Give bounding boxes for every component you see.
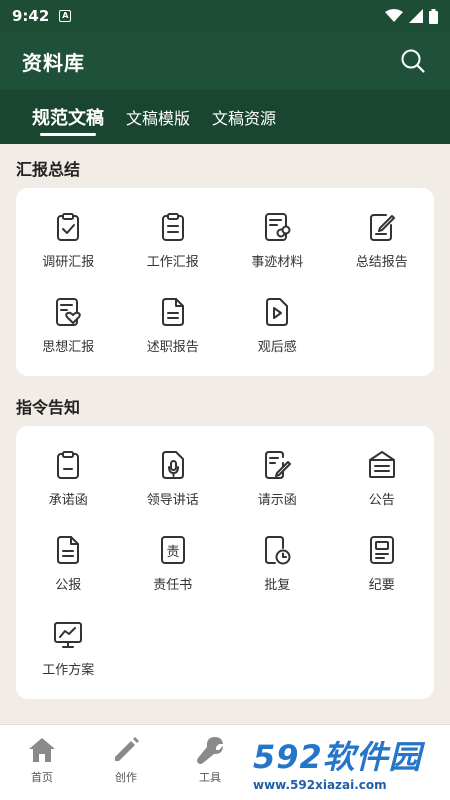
document-lines-icon — [161, 298, 184, 326]
document-clock-icon — [265, 536, 291, 565]
grid-label: 工作方案 — [42, 663, 95, 678]
grid-item-request-letter[interactable]: 请示函 — [225, 436, 330, 521]
nav-label: 创作 — [115, 771, 137, 784]
grid-label: 公告 — [368, 493, 395, 508]
grid-label: 述职报告 — [146, 340, 199, 355]
grid-label: 承诺函 — [48, 493, 88, 508]
grid-label: 公报 — [55, 578, 82, 593]
content-area[interactable]: 汇报总结 调研汇报 工作汇报 事迹材料 总结报告 思想汇报 述职报告 观后感 指… — [0, 144, 450, 724]
nav-label: 工具 — [199, 771, 221, 784]
notification-icon: A — [59, 10, 72, 22]
document-list-icon — [369, 536, 394, 564]
pencil-icon — [115, 737, 139, 761]
grid-label: 责任书 — [153, 578, 193, 593]
grid-label: 思想汇报 — [42, 340, 95, 355]
grid-item-deeds-material[interactable]: 事迹材料 — [225, 198, 330, 283]
card-instructions: 承诺函 领导讲话 请示函 公告 公报 责 责任书 批复 纪要 工作方案 — [16, 426, 434, 699]
grid-item-review[interactable]: 观后感 — [225, 283, 330, 368]
tab-bar: 规范文稿 文稿模版 文稿资源 — [0, 90, 450, 144]
grid-label: 纪要 — [368, 578, 395, 593]
page-title: 资料库 — [22, 50, 85, 75]
search-icon — [401, 49, 425, 73]
clipboard-check-icon — [57, 213, 80, 241]
grid-item-summary-report[interactable]: 总结报告 — [330, 198, 435, 283]
document-pen-icon — [265, 451, 292, 479]
section-title-instructions: 指令告知 — [16, 398, 81, 417]
responsibility-doc-icon: 责 — [160, 536, 185, 564]
card-report-summary: 调研汇报 工作汇报 事迹材料 总结报告 思想汇报 述职报告 观后感 — [16, 188, 434, 376]
clipboard-list-icon — [161, 213, 184, 241]
grid-item-minutes[interactable]: 纪要 — [330, 521, 435, 606]
grid-label: 事迹材料 — [251, 255, 304, 270]
nav-home[interactable]: 首页 — [0, 725, 84, 800]
home-icon — [29, 738, 55, 762]
status-indicators — [385, 8, 438, 24]
document-heart-icon — [56, 298, 82, 326]
tab-standard-docs[interactable]: 规范文稿 — [32, 90, 104, 144]
document-play-icon — [266, 298, 289, 326]
battery-icon — [429, 8, 438, 24]
grid-item-thought-report[interactable]: 思想汇报 — [16, 283, 121, 368]
tab-doc-resources[interactable]: 文稿资源 — [212, 90, 276, 144]
search-button[interactable] — [398, 46, 428, 76]
document-link-icon — [265, 213, 291, 241]
grid-item-reply[interactable]: 批复 — [225, 521, 330, 606]
wrench-icon — [197, 737, 223, 764]
monitor-chart-icon — [54, 622, 83, 648]
responsibility-glyph: 责 — [166, 545, 179, 560]
grid-item-announcement[interactable]: 公告 — [330, 436, 435, 521]
nav-tools[interactable]: 工具 — [168, 725, 252, 800]
document-edit-icon — [369, 214, 395, 241]
document-mic-icon — [161, 451, 184, 479]
app-bar: 资料库 — [0, 32, 450, 90]
nav-label: 首页 — [31, 771, 53, 784]
wifi-icon — [385, 9, 403, 22]
grid-item-research-report[interactable]: 调研汇报 — [16, 198, 121, 283]
grid-label: 观后感 — [257, 340, 297, 355]
grid-label: 总结报告 — [355, 255, 408, 270]
grid-item-work-report[interactable]: 工作汇报 — [121, 198, 226, 283]
grid-item-responsibility[interactable]: 责 责任书 — [121, 521, 226, 606]
grid-item-communique[interactable]: 公报 — [16, 521, 121, 606]
grid-label: 调研汇报 — [42, 255, 95, 270]
grid-item-duty-report[interactable]: 述职报告 — [121, 283, 226, 368]
grid-item-commitment-letter[interactable]: 承诺函 — [16, 436, 121, 521]
grid-label: 批复 — [264, 578, 291, 593]
document-lines-icon — [57, 536, 80, 564]
tab-doc-templates[interactable]: 文稿模版 — [126, 90, 190, 144]
grid-label: 工作汇报 — [146, 255, 199, 270]
clipboard-blank-icon — [57, 451, 80, 479]
section-title-report-summary: 汇报总结 — [16, 160, 81, 179]
grid-item-work-plan[interactable]: 工作方案 — [16, 606, 121, 691]
grid-label: 请示函 — [257, 493, 297, 508]
status-bar: 9:42 A — [0, 0, 450, 32]
watermark-url: www.592xiazai.com — [253, 778, 387, 792]
status-time: 9:42 — [12, 7, 50, 25]
watermark-logo: 592软件园 — [253, 738, 422, 776]
nav-create[interactable]: 创作 — [84, 725, 168, 800]
grid-item-leader-speech[interactable]: 领导讲话 — [121, 436, 226, 521]
grid-label: 领导讲话 — [146, 493, 199, 508]
announcement-icon — [368, 451, 395, 478]
watermark: 592软件园 www.592xiazai.com — [245, 726, 450, 800]
signal-icon — [409, 9, 423, 23]
